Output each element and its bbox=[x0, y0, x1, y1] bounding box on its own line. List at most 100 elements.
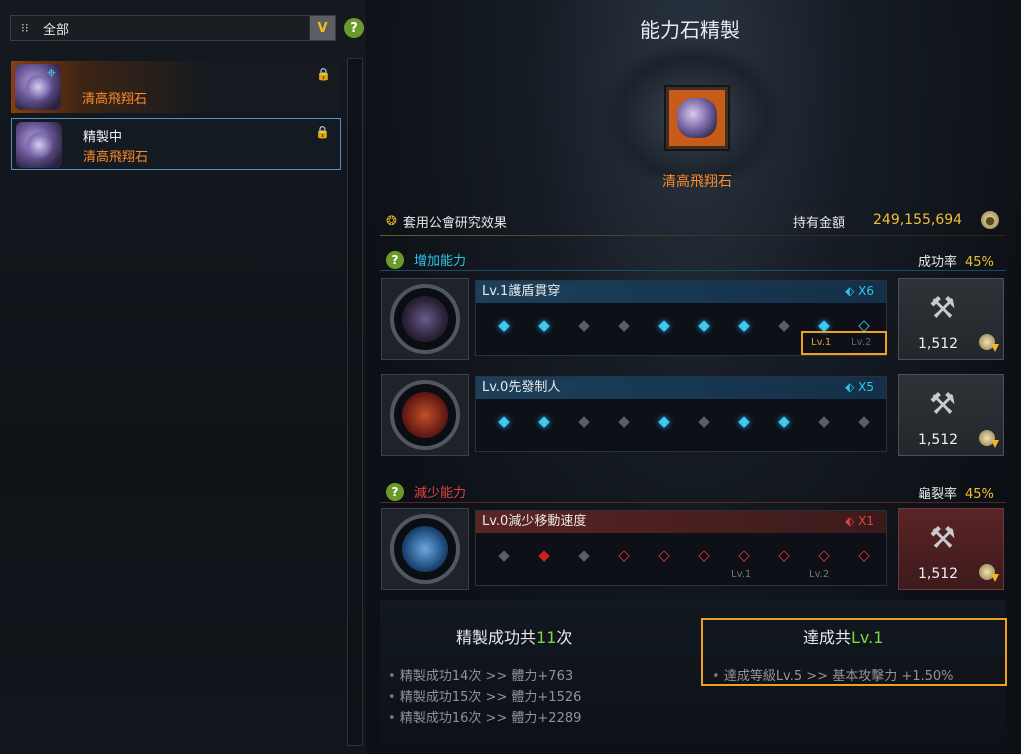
gem-on-icon: ◆ bbox=[538, 546, 550, 564]
level-label: Lv.2 bbox=[809, 569, 830, 580]
gem-off-icon: ◆ bbox=[698, 412, 710, 430]
success-rate: 成功率 45% bbox=[918, 255, 994, 270]
reduce-ability-header: ? 減少能力 bbox=[386, 482, 466, 501]
gem-on-icon: ◆ bbox=[538, 316, 550, 334]
gem-off-icon: ◆ bbox=[618, 316, 630, 334]
gem-on-icon: ◆ bbox=[738, 316, 750, 334]
gem-off-icon: ◆ bbox=[818, 412, 830, 430]
gem-on-icon: ◆ bbox=[658, 316, 670, 334]
shield-icon bbox=[402, 296, 448, 342]
gem-on-icon: ◆ bbox=[538, 412, 550, 430]
gem-outline-icon: ◇ bbox=[738, 546, 750, 564]
ability-row: Lv.0先發制人 ⬖ X5 ◆ ◆ ◆ ◆ ◆ ◆ ◆ ◆ ◆ ◆ ⚒ 1,51… bbox=[381, 374, 1005, 456]
gem-off-icon: ◆ bbox=[858, 412, 870, 430]
level-label: Lv.2 bbox=[851, 337, 872, 348]
coin-icon bbox=[979, 334, 995, 350]
divider bbox=[380, 502, 1006, 503]
coin-icon: ● bbox=[981, 211, 999, 229]
left-panel: ⁝⁝ 全部 V ? ⌖ 清高飛翔石 🔒 精製中 清高飛翔石 🔒 bbox=[0, 0, 366, 754]
guild-label: 套用公會研究效果 bbox=[402, 216, 507, 231]
help-icon[interactable]: ? bbox=[386, 482, 404, 501]
gem-on-icon: ◆ bbox=[778, 412, 790, 430]
gem-on-icon: ◆ bbox=[498, 412, 510, 430]
gem-outline-icon: ◇ bbox=[778, 546, 790, 564]
achievement-title: 達成共Lv.1 bbox=[803, 628, 884, 647]
ability-body: Lv.0減少移動速度 ⬖ X1 ◆ ◆ ◆ ◇ ◇ ◇ ◇ ◇ ◇ ◇ Lv.1… bbox=[475, 510, 887, 586]
item-status: 精製中 bbox=[83, 130, 123, 145]
gem-on-icon: ◆ bbox=[658, 412, 670, 430]
success-bonus-item: 精製成功15次 >> 體力+1526 bbox=[388, 686, 582, 705]
gem-on-icon: ◆ bbox=[738, 412, 750, 430]
filter-dropdown[interactable]: ⁝⁝ 全部 V bbox=[10, 15, 336, 41]
guild-research-toggle[interactable]: ❂ 套用公會研究效果 bbox=[386, 212, 507, 231]
money-label: 持有金額 bbox=[793, 216, 846, 231]
refine-button[interactable]: ⚒ 1,512 bbox=[898, 508, 1004, 590]
achievement-bonus-item: 達成等級Lv.5 >> 基本攻擊力 +1.50% bbox=[712, 665, 954, 684]
gem-outline-icon: ◇ bbox=[618, 546, 630, 564]
ability-name: Lv.0減少移動速度 bbox=[476, 511, 886, 533]
divider bbox=[380, 270, 1006, 271]
page-title: 能力石精製 bbox=[640, 18, 740, 42]
gem-off-icon: ◆ bbox=[778, 316, 790, 334]
list-item[interactable]: ⌖ 清高飛翔石 🔒 bbox=[11, 61, 341, 113]
scrollbar[interactable] bbox=[347, 58, 363, 746]
divider bbox=[380, 235, 1006, 236]
coin-icon bbox=[979, 564, 995, 580]
gem-track: ◆ ◆ ◆ ◆ ◆ ◆ ◆ ◆ ◆ ◆ bbox=[494, 411, 874, 433]
gem-off-icon: ◆ bbox=[498, 546, 510, 564]
refine-price: 1,512 bbox=[918, 336, 959, 352]
guild-icon: ❂ bbox=[386, 214, 397, 229]
hammer-icon: ⚒ bbox=[929, 387, 956, 422]
hammer-icon: ⚒ bbox=[929, 291, 956, 326]
selected-stone-name: 清高飛翔石 bbox=[662, 174, 732, 190]
money-value: 249,155,694 bbox=[873, 212, 963, 228]
target-icon: ⌖ bbox=[47, 63, 57, 82]
level-label: Lv.1 bbox=[731, 569, 752, 580]
gem-outline-icon: ◇ bbox=[818, 546, 830, 564]
ability-portrait bbox=[381, 374, 469, 456]
hammer-icon: ⚒ bbox=[929, 521, 956, 556]
filter-label: 全部 bbox=[43, 22, 70, 38]
add-ability-title: 增加能力 bbox=[414, 254, 467, 269]
item-name: 清高飛翔石 bbox=[82, 92, 148, 107]
gem-outline-icon: ◇ bbox=[658, 546, 670, 564]
ability-count: ⬖ X5 bbox=[845, 380, 874, 394]
crack-rate: 龜裂率 45% bbox=[918, 487, 994, 502]
gem-off-icon: ◆ bbox=[618, 412, 630, 430]
level-label: Lv.1 bbox=[811, 337, 832, 348]
gem-off-icon: ◆ bbox=[578, 546, 590, 564]
gem-off-icon: ◆ bbox=[578, 412, 590, 430]
ability-name: Lv.0先發制人 bbox=[476, 377, 886, 399]
gem-on-icon: ◆ bbox=[498, 316, 510, 334]
help-icon[interactable]: ? bbox=[344, 18, 364, 38]
coin-icon bbox=[979, 430, 995, 446]
warrior-icon bbox=[402, 392, 448, 438]
gem-outline-icon: ◇ bbox=[698, 546, 710, 564]
stone-icon bbox=[16, 122, 62, 168]
help-icon[interactable]: ? bbox=[386, 250, 404, 269]
chevron-down-icon[interactable]: V bbox=[309, 16, 335, 40]
refine-price: 1,512 bbox=[918, 432, 959, 448]
ability-count: ⬖ X1 bbox=[845, 514, 874, 528]
gem-off-icon: ◆ bbox=[578, 316, 590, 334]
gem-on-icon: ◆ bbox=[698, 316, 710, 334]
reduce-ability-title: 減少能力 bbox=[414, 486, 467, 501]
ability-row: Lv.1護盾貫穿 ⬖ X6 ◆ ◆ ◆ ◆ ◆ ◆ ◆ ◆ ◆ ◇ ⚒ 1,51… bbox=[381, 278, 1005, 360]
refine-price: 1,512 bbox=[918, 566, 959, 582]
selected-stone-icon bbox=[666, 87, 728, 149]
ability-row: Lv.0減少移動速度 ⬖ X1 ◆ ◆ ◆ ◇ ◇ ◇ ◇ ◇ ◇ ◇ Lv.1… bbox=[381, 508, 1005, 590]
ability-portrait bbox=[381, 508, 469, 590]
gem-outline-icon: ◇ bbox=[858, 546, 870, 564]
grid-icon: ⁝⁝ bbox=[21, 21, 29, 35]
bag-icon: 🔒 bbox=[316, 67, 331, 81]
refine-button[interactable]: ⚒ 1,512 bbox=[898, 374, 1004, 456]
gem-track: ◆ ◆ ◆ ◇ ◇ ◇ ◇ ◇ ◇ ◇ bbox=[494, 545, 874, 567]
list-item[interactable]: 精製中 清高飛翔石 🔒 bbox=[11, 118, 341, 170]
add-ability-header: ? 增加能力 bbox=[386, 250, 466, 269]
ability-body: Lv.0先發制人 ⬖ X5 ◆ ◆ ◆ ◆ ◆ ◆ ◆ ◆ ◆ ◆ bbox=[475, 376, 887, 452]
ability-portrait bbox=[381, 278, 469, 360]
success-bonus-item: 精製成功14次 >> 體力+763 bbox=[388, 665, 573, 684]
bag-icon: 🔒 bbox=[315, 125, 330, 139]
refine-button[interactable]: ⚒ 1,512 bbox=[898, 278, 1004, 360]
item-name: 清高飛翔石 bbox=[83, 150, 149, 165]
